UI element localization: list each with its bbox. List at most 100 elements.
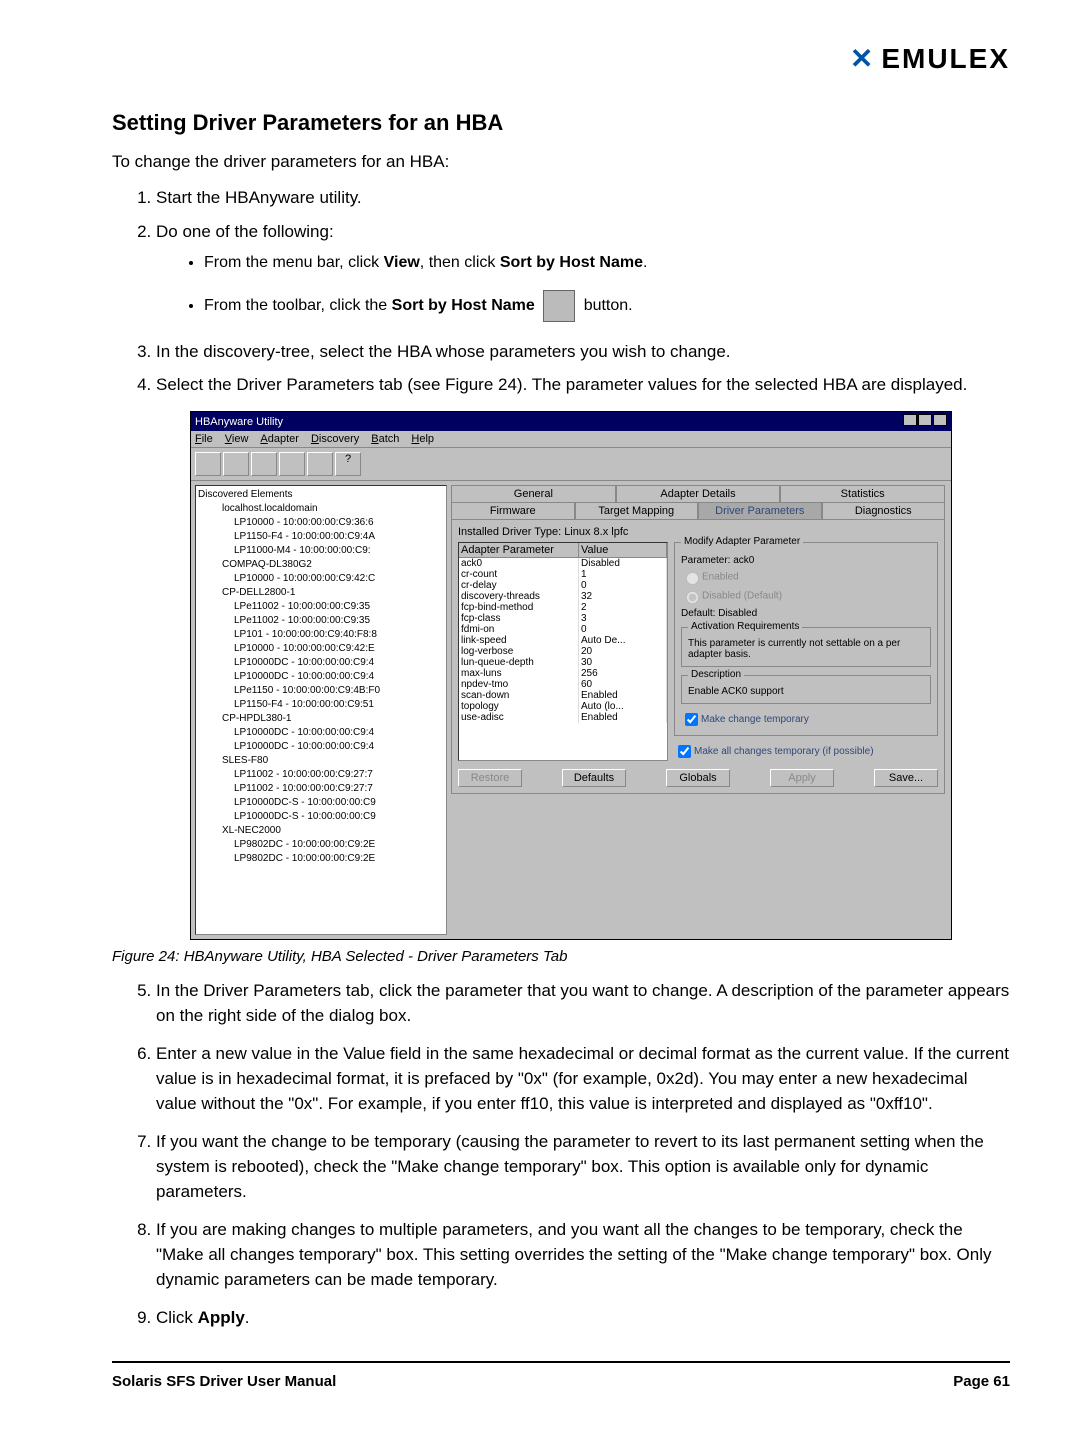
tab-target-mapping[interactable]: Target Mapping — [575, 502, 699, 519]
param-row[interactable]: npdev-tmo60 — [459, 679, 667, 690]
save-button[interactable]: Save... — [874, 769, 938, 787]
tree-node[interactable]: LP10000DC - 10:00:00:00:C9:4 — [198, 740, 444, 754]
tab-general[interactable]: General — [451, 485, 616, 502]
tree-node[interactable]: LP11000-M4 - 10:00:00:00:C9: — [198, 544, 444, 558]
globals-button[interactable]: Globals — [666, 769, 730, 787]
tree-node[interactable]: LPe11002 - 10:00:00:00:C9:35 — [198, 614, 444, 628]
param-row[interactable]: discovery-threads32 — [459, 591, 667, 602]
menu-adapter[interactable]: Adapter — [260, 433, 299, 445]
logo-mark-icon: ✕ — [850, 42, 875, 75]
tree-node[interactable]: LPe11002 - 10:00:00:00:C9:35 — [198, 600, 444, 614]
toolbar-btn-3[interactable] — [251, 452, 277, 476]
tree-node[interactable]: LP101 - 10:00:00:00:C9:40:F8:8 — [198, 628, 444, 642]
toolbar-btn-help[interactable]: ? — [335, 452, 361, 476]
step-6: Enter a new value in the Value field in … — [156, 1042, 1010, 1116]
menu-file[interactable]: File — [195, 433, 213, 445]
sub-bullets: From the menu bar, click View, then clic… — [112, 254, 1010, 322]
menu-help[interactable]: Help — [411, 433, 434, 445]
step-4: Select the Driver Parameters tab (see Fi… — [156, 373, 1010, 397]
param-row[interactable]: fcp-bind-method2 — [459, 602, 667, 613]
activation-requirements-group: Activation Requirements This parameter i… — [681, 627, 931, 667]
bullet-view-menu: From the menu bar, click View, then clic… — [204, 254, 1010, 272]
tree-node[interactable]: LP10000 - 10:00:00:00:C9:42:E — [198, 642, 444, 656]
toolbar-btn-5[interactable] — [307, 452, 333, 476]
tab-driver-parameters[interactable]: Driver Parameters — [698, 502, 822, 519]
restore-button[interactable]: Restore — [458, 769, 522, 787]
apply-button[interactable]: Apply — [770, 769, 834, 787]
toolbar-btn-4[interactable] — [279, 452, 305, 476]
param-row[interactable]: cr-delay0 — [459, 580, 667, 591]
tab-firmware[interactable]: Firmware — [451, 502, 575, 519]
param-row[interactable]: link-speedAuto De... — [459, 635, 667, 646]
param-name: Parameter: ack0 — [681, 555, 931, 566]
dialog-button-row: Restore Defaults Globals Apply Save... — [458, 769, 938, 787]
tree-node[interactable]: LP11002 - 10:00:00:00:C9:27:7 — [198, 768, 444, 782]
step-1: Start the HBAnyware utility. — [156, 186, 1010, 210]
tree-node[interactable]: LP9802DC - 10:00:00:00:C9:2E — [198, 852, 444, 866]
tree-node[interactable]: LP10000 - 10:00:00:00:C9:36:6 — [198, 516, 444, 530]
param-row[interactable]: fcp-class3 — [459, 613, 667, 624]
close-icon — [933, 414, 947, 426]
tabs-row-top[interactable]: GeneralAdapter DetailsStatistics — [451, 485, 945, 502]
steps-list-mid: In the discovery-tree, select the HBA wh… — [112, 340, 1010, 398]
description-group: Description Enable ACK0 support — [681, 675, 931, 704]
bullet-toolbar: From the toolbar, click the Sort by Host… — [204, 290, 1010, 322]
param-row[interactable]: max-luns256 — [459, 668, 667, 679]
discovery-tree[interactable]: Discovered Elements localhost.localdomai… — [195, 485, 447, 935]
tree-node[interactable]: LP1150-F4 - 10:00:00:00:C9:51 — [198, 698, 444, 712]
tree-node[interactable]: LP1150-F4 - 10:00:00:00:C9:4A — [198, 530, 444, 544]
tree-node[interactable]: localhost.localdomain — [198, 502, 444, 516]
menu-bar[interactable]: File View Adapter Discovery Batch Help — [191, 431, 951, 448]
radio-enabled[interactable]: Enabled — [681, 569, 931, 585]
param-row[interactable]: scan-downEnabled — [459, 690, 667, 701]
tree-node[interactable]: LP10000DC-S - 10:00:00:00:C9 — [198, 810, 444, 824]
tree-root[interactable]: Discovered Elements — [198, 488, 444, 502]
tree-node[interactable]: XL-NEC2000 — [198, 824, 444, 838]
figure-caption: Figure 24: HBAnyware Utility, HBA Select… — [112, 948, 1010, 965]
tree-node[interactable]: LP10000DC-S - 10:00:00:00:C9 — [198, 796, 444, 810]
tabs-row-bottom[interactable]: FirmwareTarget MappingDriver ParametersD… — [451, 502, 945, 519]
tab-diagnostics[interactable]: Diagnostics — [822, 502, 946, 519]
defaults-button[interactable]: Defaults — [562, 769, 626, 787]
radio-disabled[interactable]: Disabled (Default) — [681, 588, 931, 604]
param-row[interactable]: use-adiscEnabled — [459, 712, 667, 723]
window-buttons[interactable] — [902, 414, 947, 429]
param-row[interactable]: fdmi-on0 — [459, 624, 667, 635]
tree-node[interactable]: COMPAQ-DL380G2 — [198, 558, 444, 572]
tree-node[interactable]: LP10000DC - 10:00:00:00:C9:4 — [198, 670, 444, 684]
toolbar[interactable]: ? — [191, 448, 951, 481]
step-2: Do one of the following: — [156, 220, 1010, 244]
step-9: Click Apply. — [156, 1306, 1010, 1331]
tree-node[interactable]: LP10000 - 10:00:00:00:C9:42:C — [198, 572, 444, 586]
intro-text: To change the driver parameters for an H… — [112, 152, 1010, 172]
tab-statistics[interactable]: Statistics — [780, 485, 945, 502]
toolbar-btn-2[interactable] — [223, 452, 249, 476]
make-all-changes-temporary-checkbox[interactable]: Make all changes temporary (if possible) — [674, 742, 938, 761]
tab-adapter-details[interactable]: Adapter Details — [616, 485, 781, 502]
tree-node[interactable]: LP9802DC - 10:00:00:00:C9:2E — [198, 838, 444, 852]
param-row[interactable]: ack0Disabled — [459, 558, 667, 569]
screenshot-hbanyware: HBAnyware Utility FileViewAdapterDiscove… — [190, 411, 952, 940]
menu-discovery[interactable]: Discovery — [311, 433, 359, 445]
parameter-table[interactable]: Adapter Parameter Value ack0Disabledcr-c… — [458, 542, 668, 761]
tree-node[interactable]: LPe1150 - 10:00:00:00:C9:4B:F0 — [198, 684, 444, 698]
param-row[interactable]: topologyAuto (lo... — [459, 701, 667, 712]
tree-node[interactable]: CP-DELL2800-1 — [198, 586, 444, 600]
steps-list-bottom: In the Driver Parameters tab, click the … — [112, 979, 1010, 1331]
param-row[interactable]: log-verbose20 — [459, 646, 667, 657]
footer-left: Solaris SFS Driver User Manual — [112, 1373, 336, 1390]
param-row[interactable]: lun-queue-depth30 — [459, 657, 667, 668]
menu-view[interactable]: View — [225, 433, 249, 445]
tree-node[interactable]: LP10000DC - 10:00:00:00:C9:4 — [198, 656, 444, 670]
menu-batch[interactable]: Batch — [371, 433, 399, 445]
modify-adapter-parameter-group: Modify Adapter Parameter Parameter: ack0… — [674, 542, 938, 736]
tree-node[interactable]: SLES-F80 — [198, 754, 444, 768]
make-change-temporary-checkbox[interactable]: Make change temporary — [681, 710, 931, 729]
page-title: Setting Driver Parameters for an HBA — [112, 110, 1010, 136]
tree-node[interactable]: CP-HPDL380-1 — [198, 712, 444, 726]
toolbar-btn-1[interactable] — [195, 452, 221, 476]
tree-node[interactable]: LP11002 - 10:00:00:00:C9:27:7 — [198, 782, 444, 796]
sort-by-host-name-icon — [543, 290, 575, 322]
param-row[interactable]: cr-count1 — [459, 569, 667, 580]
tree-node[interactable]: LP10000DC - 10:00:00:00:C9:4 — [198, 726, 444, 740]
